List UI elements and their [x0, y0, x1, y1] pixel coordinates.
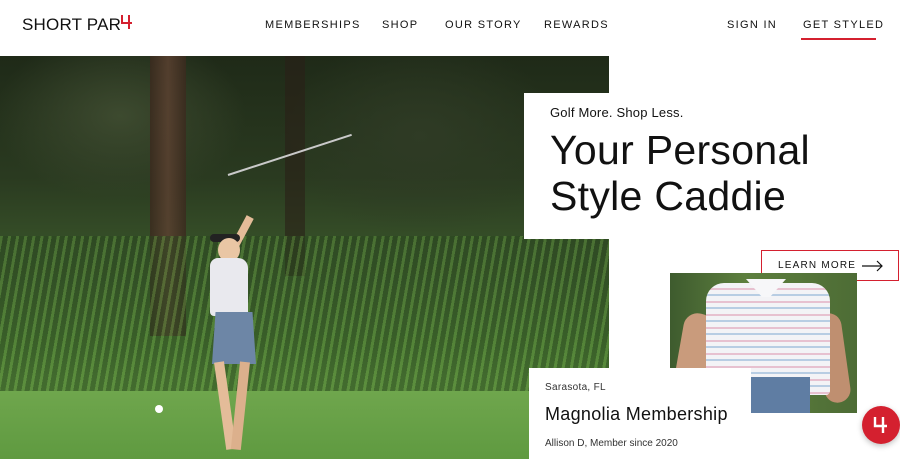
- golfer-torso: [210, 258, 248, 316]
- member-since: Allison D, Member since 2020: [545, 438, 678, 449]
- golfer-skirt: [212, 312, 256, 364]
- hero-tagline: Golf More. Shop Less.: [550, 105, 684, 120]
- chat-button[interactable]: [862, 406, 900, 444]
- site-header: SHORT PAR MEMBERSHIPS SHOP OUR STORY REW…: [0, 0, 900, 56]
- par4-logo-icon[interactable]: [120, 14, 134, 30]
- tall-grass: [0, 236, 609, 396]
- golfer-figure: [190, 166, 280, 451]
- hero-image: [0, 56, 609, 459]
- member-location: Sarasota, FL: [545, 382, 606, 393]
- sign-in-link[interactable]: SIGN IN: [727, 19, 777, 31]
- chat-par4-icon: [873, 417, 887, 433]
- golf-ball: [155, 405, 163, 413]
- headline-card: Golf More. Shop Less. Your Personal Styl…: [524, 93, 900, 239]
- nav-item-rewards[interactable]: REWARDS: [544, 19, 609, 31]
- membership-card[interactable]: Sarasota, FL Magnolia Membership Allison…: [529, 368, 751, 459]
- fairway: [0, 391, 609, 459]
- hero-headline: Your Personal Style Caddie: [550, 127, 810, 219]
- nav-item-memberships[interactable]: MEMBERSHIPS: [265, 19, 361, 31]
- get-styled-underline: [801, 38, 876, 40]
- get-styled-link[interactable]: GET STYLED: [803, 19, 884, 31]
- learn-more-label: LEARN MORE: [778, 260, 857, 271]
- nav-item-our-story[interactable]: OUR STORY: [445, 19, 522, 31]
- nav-item-shop[interactable]: SHOP: [382, 19, 418, 31]
- membership-title: Magnolia Membership: [545, 404, 728, 424]
- logo-text[interactable]: SHORT PAR: [22, 15, 121, 35]
- arrow-right-icon: [862, 260, 883, 272]
